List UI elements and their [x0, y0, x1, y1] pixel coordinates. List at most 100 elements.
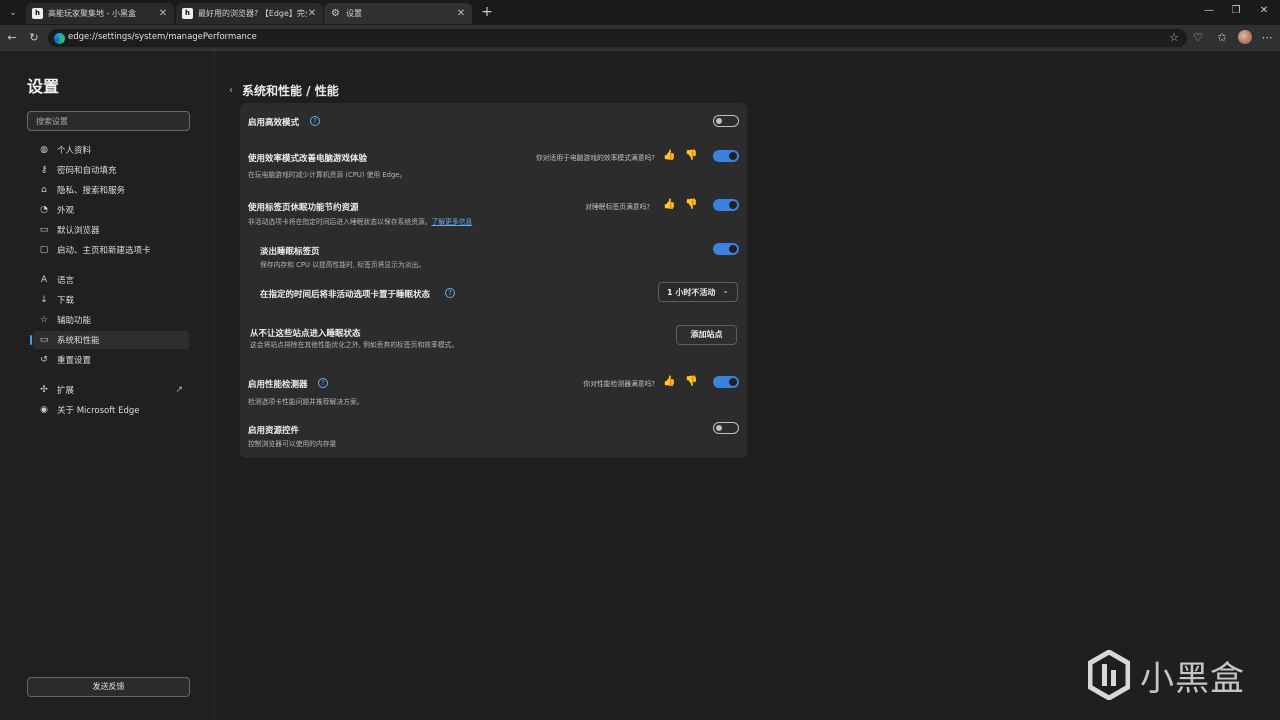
sidebar-item-extensions[interactable]: ✣ 扩展 ↗ — [33, 381, 189, 399]
sidebar-item-reset[interactable]: ↺ 重置设置 — [33, 351, 189, 369]
back-chevron-icon[interactable]: ‹ — [229, 85, 233, 96]
sidebar-item-system[interactable]: ▭ 系统和性能 — [30, 331, 189, 349]
help-icon[interactable]: ? — [310, 116, 320, 126]
heybox-watermark: 小黑盒 — [1088, 650, 1245, 700]
settings-sidebar: 设置 搜索设置 ◍ 个人资料 ⚷ 密码和自动填充 ⌂ 隐私、搜索和服务 ◔ 外观… — [0, 51, 215, 720]
sidebar-item-label: 密码和自动填充 — [57, 166, 117, 176]
sidebar-item-label: 系统和性能 — [57, 336, 100, 346]
browser-icon: ▭ — [39, 225, 49, 235]
address-bar[interactable]: edge://settings/system/managePerformance… — [47, 28, 1188, 48]
add-site-button[interactable]: 添加站点 — [676, 325, 737, 345]
start-icon: ▢ — [39, 245, 49, 255]
avatar[interactable] — [1238, 30, 1252, 44]
url-text[interactable]: edge://settings/system/managePerformance — [68, 32, 257, 42]
send-feedback-button[interactable]: 发送反馈 — [27, 677, 190, 697]
back-arrow-icon[interactable]: ← — [4, 30, 20, 46]
favorite-star-icon[interactable]: ☆ — [1169, 31, 1179, 44]
fade-tabs-title: 淡出睡眠标签页 — [260, 247, 320, 257]
edge-icon: ◉ — [40, 405, 48, 415]
tab-title: 最好用的浏览器? 【Edge】完全体 — [198, 9, 307, 18]
thumbs-up-icon[interactable]: 👍 — [663, 376, 675, 387]
sidebar-item-about[interactable]: ◉ 关于 Microsoft Edge — [33, 401, 189, 419]
resource-controls-toggle[interactable] — [713, 422, 739, 434]
sidebar-item-languages[interactable]: A 语言 — [33, 271, 189, 289]
watermark-text: 小黑盒 — [1140, 658, 1245, 699]
reset-icon: ↺ — [40, 355, 48, 365]
performance-detector-toggle[interactable] — [713, 376, 739, 388]
sidebar-item-downloads[interactable]: ↓ 下载 — [33, 291, 189, 309]
sidebar-item-label: 默认浏览器 — [57, 226, 100, 236]
tab-2[interactable]: h 最好用的浏览器? 【Edge】完全体 ✕ — [176, 3, 323, 24]
new-tab-button[interactable]: + — [480, 5, 494, 19]
refresh-icon[interactable]: ↻ — [26, 30, 42, 46]
tab-close-icon[interactable]: ✕ — [158, 8, 168, 19]
sidebar-item-appearance[interactable]: ◔ 外观 — [33, 201, 189, 219]
tab-actions-menu-icon[interactable]: ⌄ — [5, 5, 21, 21]
resource-controls-desc: 控制浏览器可以使用的内存量 — [248, 440, 337, 448]
performance-detector-title: 启用性能检测器 — [248, 380, 308, 390]
sidebar-item-profile[interactable]: ◍ 个人资料 — [33, 141, 189, 159]
search-settings-input[interactable]: 搜索设置 — [27, 111, 190, 131]
thumbs-down-icon[interactable]: 👎 — [685, 376, 697, 387]
sidebar-item-label: 下载 — [57, 296, 75, 306]
window-close-icon[interactable]: ✕ — [1256, 5, 1272, 16]
favorites-icon[interactable]: ✩ — [1214, 30, 1230, 46]
sidebar-item-label: 隐私、搜索和服务 — [57, 186, 126, 196]
more-menu-icon[interactable]: ⋯ — [1259, 30, 1275, 46]
edge-logo-icon — [54, 33, 65, 44]
maximize-icon[interactable]: ❐ — [1228, 5, 1244, 16]
help-icon[interactable]: ? — [445, 288, 455, 298]
never-sleep-desc: 这会将站点排除在其他性能优化之外, 例如丢弃的标签页和效率模式。 — [250, 341, 459, 349]
sidebar-item-accessibility[interactable]: ☆ 辅助功能 — [33, 311, 189, 329]
sleeping-tabs-title: 使用标签页休眠功能节约资源 — [248, 203, 359, 213]
tab-1[interactable]: h 高能玩家聚集地 - 小黑盒 ✕ — [26, 3, 174, 24]
key-icon: ⚷ — [40, 165, 48, 175]
appearance-icon: ◔ — [40, 205, 48, 215]
thumbs-up-icon[interactable]: 👍 — [663, 150, 675, 161]
fade-tabs-toggle[interactable] — [713, 243, 739, 255]
sidebar-item-label: 外观 — [57, 206, 75, 216]
heybox-favicon-icon: h — [32, 8, 43, 19]
sleep-timeout-value: 1 小时不活动 — [667, 288, 716, 297]
sleep-timeout-select[interactable]: 1 小时不活动 ⌄ — [658, 282, 738, 302]
sleeping-tabs-toggle[interactable] — [713, 199, 739, 211]
sidebar-item-label: 关于 Microsoft Edge — [57, 406, 140, 416]
gaming-efficiency-title: 使用效率模式改善电脑游戏体验 — [248, 154, 368, 164]
accessibility-icon: ☆ — [39, 315, 49, 325]
sidebar-item-start-home[interactable]: ▢ 启动、主页和新建选项卡 — [33, 241, 189, 259]
detector-feedback-question: 你对性能检测器满意吗? — [583, 380, 655, 388]
help-icon[interactable]: ? — [318, 378, 328, 388]
gear-icon: ⚙ — [331, 8, 340, 19]
breadcrumb: ‹ 系统和性能 / 性能 — [229, 82, 339, 99]
tab-settings[interactable]: ⚙ 设置 ✕ — [324, 3, 472, 24]
efficiency-mode-title: 启用高效模式 — [248, 118, 300, 128]
browser-essentials-icon[interactable]: ♡ — [1190, 30, 1206, 46]
sidebar-item-privacy[interactable]: ⌂ 隐私、搜索和服务 — [33, 181, 189, 199]
learn-more-link[interactable]: 了解更多信息 — [432, 218, 473, 226]
resource-controls-title: 启用资源控件 — [248, 426, 300, 436]
thumbs-down-icon[interactable]: 👎 — [685, 150, 697, 161]
efficiency-mode-toggle[interactable] — [713, 115, 739, 127]
extension-icon: ✣ — [40, 385, 48, 395]
sidebar-item-passwords[interactable]: ⚷ 密码和自动填充 — [33, 161, 189, 179]
gaming-efficiency-toggle[interactable] — [713, 150, 739, 162]
performance-detector-desc: 检测选项卡性能问题并推荐解决方案。 — [248, 398, 364, 406]
external-link-icon: ↗ — [175, 385, 183, 395]
breadcrumb-text: 系统和性能 / 性能 — [242, 84, 339, 98]
sidebar-item-label: 语言 — [57, 276, 75, 286]
thumbs-up-icon[interactable]: 👍 — [663, 199, 675, 210]
tab-close-icon[interactable]: ✕ — [307, 8, 317, 19]
gaming-efficiency-desc: 在玩电脑游戏时减少计算机资源 (CPU) 使用 Edge。 — [248, 171, 407, 179]
heybox-logo-icon — [1088, 650, 1130, 700]
heybox-favicon-icon: h — [182, 8, 193, 19]
profile-icon: ◍ — [40, 145, 48, 155]
sleeping-tabs-desc: 非活动选项卡将在指定时间后进入睡眠状态以保存系统资源。了解更多信息 — [248, 218, 473, 226]
tab-title: 高能玩家聚集地 - 小黑盒 — [48, 9, 136, 18]
sidebar-item-default-browser[interactable]: ▭ 默认浏览器 — [33, 221, 189, 239]
tab-close-icon[interactable]: ✕ — [456, 8, 466, 19]
minimize-icon[interactable]: — — [1201, 5, 1217, 16]
laptop-icon: ▭ — [39, 335, 49, 345]
tab-strip: ⌄ h 高能玩家聚集地 - 小黑盒 ✕ h 最好用的浏览器? 【Edge】完全体… — [0, 0, 1280, 25]
thumbs-down-icon[interactable]: 👎 — [685, 199, 697, 210]
lock-icon: ⌂ — [41, 185, 47, 195]
